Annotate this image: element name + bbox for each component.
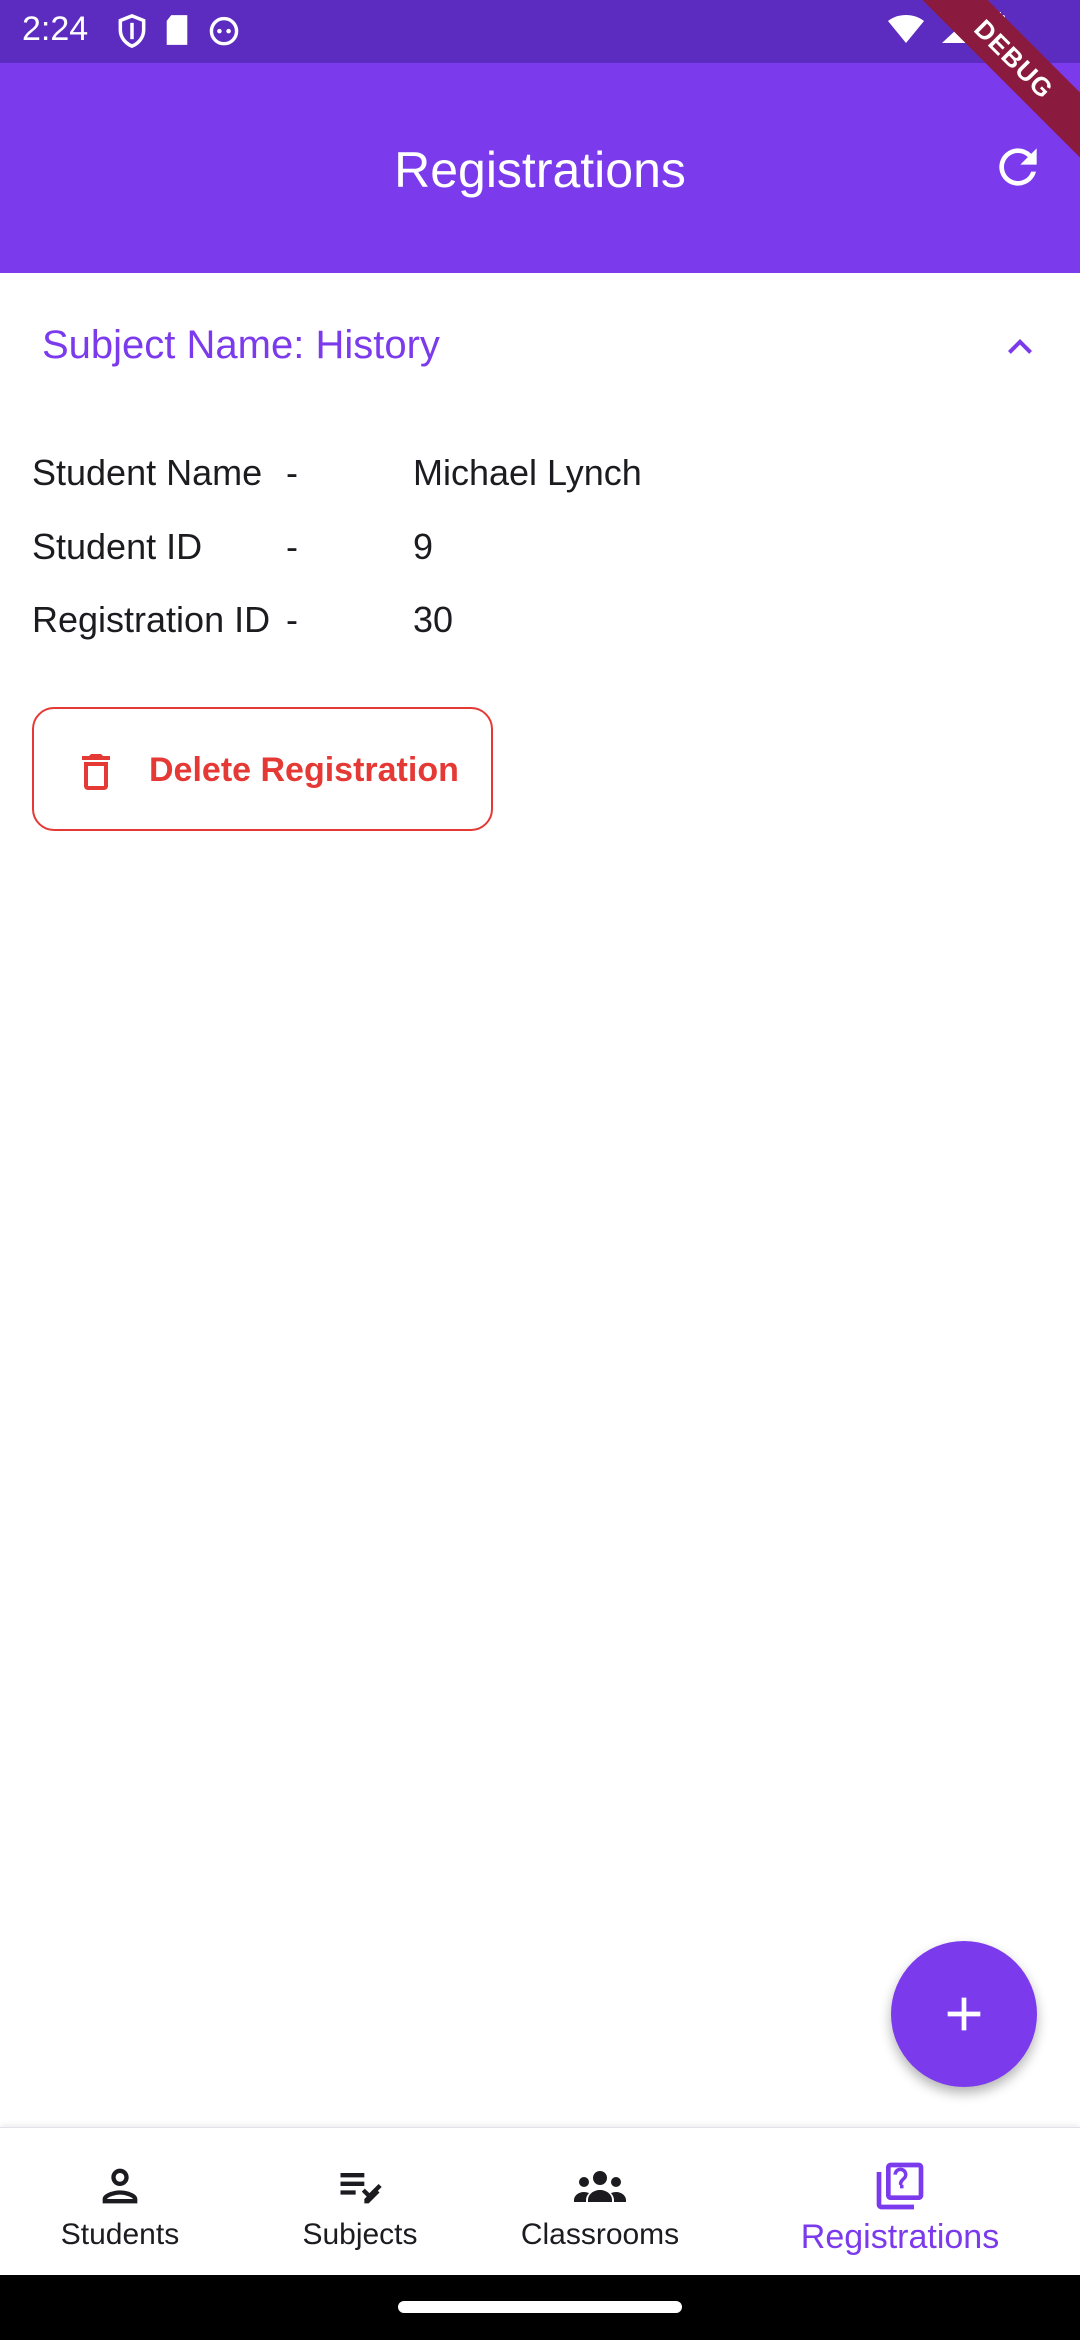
home-gesture-handle[interactable] (398, 2301, 682, 2313)
separator: - (286, 599, 298, 640)
system-navigation-bar (0, 2275, 1080, 2340)
nav-label-subjects: Subjects (302, 2218, 418, 2251)
sd-card-icon (164, 14, 190, 53)
add-registration-button[interactable] (891, 1941, 1037, 2087)
delete-registration-label: Delete Registration (149, 751, 459, 789)
chevron-up-icon[interactable] (996, 323, 1044, 371)
separator: - (286, 526, 298, 567)
app-bar: Registrations (0, 63, 1080, 273)
nav-label-students: Students (60, 2218, 180, 2251)
shield-icon (118, 13, 146, 53)
refresh-button[interactable] (986, 135, 1050, 199)
groups-icon (572, 2158, 628, 2214)
status-notification-icons (118, 13, 240, 53)
wifi-icon (886, 13, 926, 50)
nav-item-classrooms[interactable]: Classrooms (500, 2128, 700, 2276)
trash-icon (82, 754, 110, 790)
registration-id-row: Registration ID - 30 (32, 599, 1032, 649)
plus-icon (947, 1997, 981, 2031)
refresh-icon (999, 148, 1037, 186)
registration-id-value: 30 (413, 599, 454, 640)
registration-id-label: Registration ID (32, 599, 271, 640)
subject-panel-header[interactable]: Subject Name: History (0, 273, 1080, 423)
separator: - (286, 452, 298, 493)
page-title: Registrations (394, 142, 686, 198)
person-icon (92, 2158, 148, 2214)
student-id-label: Student ID (32, 526, 203, 567)
nav-label-classrooms: Classrooms (520, 2218, 680, 2251)
quiz-icon (872, 2158, 928, 2214)
android-icon (208, 14, 240, 53)
nav-item-subjects[interactable]: Subjects (260, 2128, 460, 2276)
bottom-navigation: Students Subjects Classrooms Registratio… (0, 2127, 1080, 2275)
student-name-value: Michael Lynch (413, 452, 642, 493)
student-id-value: 9 (413, 526, 434, 567)
student-name-row: Student Name - Michael Lynch (32, 452, 1032, 502)
status-time: 2:24 (22, 10, 89, 48)
subject-name-label: Subject Name: History (42, 323, 440, 367)
nav-label-registrations: Registrations (800, 2218, 1000, 2256)
delete-registration-button[interactable]: Delete Registration (32, 707, 493, 831)
nav-item-students[interactable]: Students (20, 2128, 220, 2276)
student-name-label: Student Name (32, 452, 263, 493)
student-id-row: Student ID - 9 (32, 526, 1032, 576)
status-bar: 2:24 DEBUG (0, 0, 1080, 168)
nav-item-registrations[interactable]: Registrations (770, 2128, 1030, 2276)
edit-list-icon (332, 2158, 388, 2214)
